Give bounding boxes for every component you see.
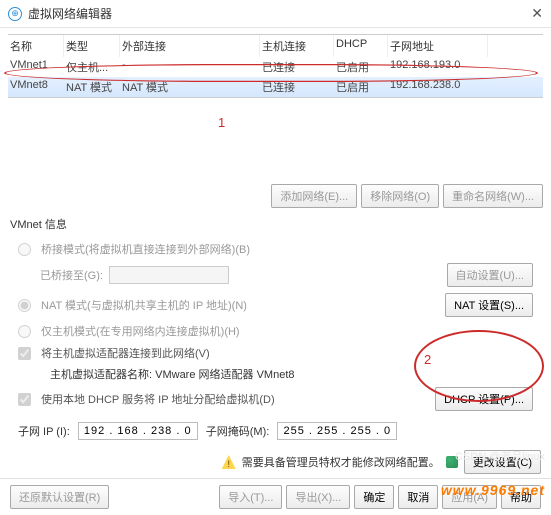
opt-nat-row: NAT 模式(与虚拟机共享主机的 IP 地址)(N) NAT 设置(S)...	[18, 290, 533, 320]
export-button[interactable]: 导出(X)...	[286, 485, 350, 509]
cell-dhcp: 已启用	[334, 57, 388, 77]
bridge-target-row: 已桥接至(G): 自动设置(U)...	[18, 260, 533, 290]
vmnet-info-title: VMnet 信息	[0, 212, 551, 236]
use-dhcp-checkbox[interactable]	[18, 393, 31, 406]
host-adapter-name: VMware 网络适配器 VMnet8	[155, 369, 294, 381]
cancel-button[interactable]: 取消	[398, 485, 438, 509]
remove-network-button[interactable]: 移除网络(O)	[361, 184, 439, 208]
connect-host-row: 将主机虚拟适配器连接到此网络(V)	[18, 342, 533, 364]
cell-dhcp: 已启用	[334, 77, 388, 97]
col-subnet: 子网地址	[388, 35, 488, 57]
globe-icon: ⊕	[8, 7, 22, 21]
cell-name: VMnet1	[8, 57, 64, 77]
titlebar: ⊕ 虚拟网络编辑器 ✕	[0, 0, 551, 28]
opt-bridge-row: 桥接模式(将虚拟机直接连接到外部网络)(B)	[18, 238, 533, 260]
bridge-label: 桥接模式(将虚拟机直接连接到外部网络)(B)	[41, 241, 533, 257]
nat-label: NAT 模式(与虚拟机共享主机的 IP 地址)(N)	[41, 297, 439, 313]
annotation-label-1: 1	[218, 115, 225, 130]
hostonly-radio[interactable]	[18, 325, 31, 338]
cell-type: NAT 模式	[64, 77, 120, 97]
bridge-radio[interactable]	[18, 243, 31, 256]
table-header: 名称 类型 外部连接 主机连接 DHCP 子网地址	[8, 35, 543, 57]
cell-type: 仅主机...	[64, 57, 120, 77]
warning-icon: !	[222, 455, 236, 469]
connect-host-label: 将主机虚拟适配器连接到此网络(V)	[41, 345, 533, 361]
subnet-mask-input[interactable]	[277, 422, 397, 440]
cell-subnet: 192.168.193.0	[388, 57, 488, 77]
host-adapter-line: 主机虚拟适配器名称: VMware 网络适配器 VMnet8	[18, 364, 533, 384]
cell-host: 已连接	[260, 77, 334, 97]
table-row[interactable]: VMnet1 仅主机... - 已连接 已启用 192.168.193.0	[8, 57, 543, 77]
subnet-ip-input[interactable]	[78, 422, 198, 440]
bridge-to-label: 已桥接至(G):	[40, 267, 103, 283]
nat-radio[interactable]	[18, 299, 31, 312]
vmnet-options: 桥接模式(将虚拟机直接连接到外部网络)(B) 已桥接至(G): 自动设置(U).…	[0, 236, 551, 416]
subnet-ip-label: 子网 IP (I):	[18, 423, 70, 439]
dhcp-settings-button[interactable]: DHCP 设置(P)...	[435, 387, 533, 411]
cell-host: 已连接	[260, 57, 334, 77]
cell-subnet: 192.168.238.0	[388, 77, 488, 97]
import-button[interactable]: 导入(T)...	[219, 485, 282, 509]
col-ext: 外部连接	[120, 35, 260, 57]
nat-settings-button[interactable]: NAT 设置(S)...	[445, 293, 533, 317]
col-type: 类型	[64, 35, 120, 57]
col-name: 名称	[8, 35, 64, 57]
rename-network-button[interactable]: 重命名网络(W)...	[443, 184, 543, 208]
network-actions: 添加网络(E)... 移除网络(O) 重命名网络(W)...	[0, 178, 551, 212]
restore-defaults-button[interactable]: 还原默认设置(R)	[10, 485, 109, 509]
use-dhcp-row: 使用本地 DHCP 服务将 IP 地址分配给虚拟机(D) DHCP 设置(P).…	[18, 384, 533, 414]
host-adapter-label: 主机虚拟适配器名称:	[50, 369, 152, 381]
opt-hostonly-row: 仅主机模式(在专用网络内连接虚拟机)(H)	[18, 320, 533, 342]
cell-ext: -	[120, 57, 260, 77]
ok-button[interactable]: 确定	[354, 485, 394, 509]
add-network-button[interactable]: 添加网络(E)...	[271, 184, 357, 208]
cell-name: VMnet8	[8, 77, 64, 97]
close-icon[interactable]: ✕	[531, 5, 543, 22]
auto-settings-button[interactable]: 自动设置(U)...	[447, 263, 533, 287]
col-host: 主机连接	[260, 35, 334, 57]
use-dhcp-label: 使用本地 DHCP 服务将 IP 地址分配给虚拟机(D)	[41, 391, 429, 407]
connect-host-checkbox[interactable]	[18, 347, 31, 360]
bridge-target-select[interactable]	[109, 266, 229, 284]
col-dhcp: DHCP	[334, 35, 388, 57]
annotation-label-2: 2	[424, 352, 431, 367]
subnet-mask-label: 子网掩码(M):	[206, 423, 270, 439]
watermark-site: www.9969.net	[441, 482, 545, 498]
subnet-row: 子网 IP (I): 子网掩码(M):	[0, 416, 551, 446]
watermark-csdn: CSDN @老吕linux	[455, 448, 545, 464]
table-row[interactable]: VMnet8 NAT 模式 NAT 模式 已连接 已启用 192.168.238…	[8, 77, 543, 97]
window-title: 虚拟网络编辑器	[28, 5, 112, 22]
hostonly-label: 仅主机模式(在专用网络内连接虚拟机)(H)	[41, 323, 533, 339]
cell-ext: NAT 模式	[120, 77, 260, 97]
warning-text: 需要具备管理员特权才能修改网络配置。	[242, 454, 440, 470]
vmnet-table: 名称 类型 外部连接 主机连接 DHCP 子网地址 VMnet1 仅主机... …	[8, 34, 543, 98]
